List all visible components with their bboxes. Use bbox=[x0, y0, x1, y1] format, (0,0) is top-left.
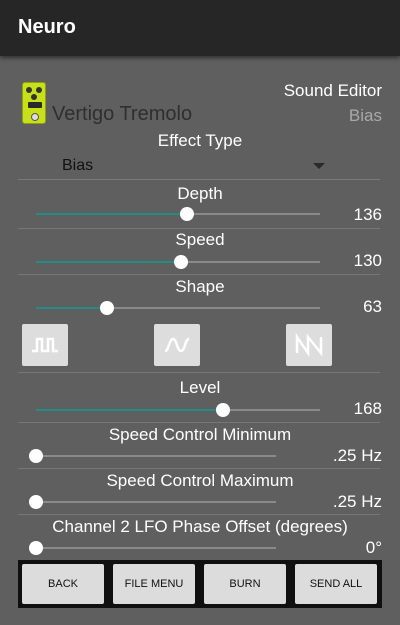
speed-min-value: .25 Hz bbox=[332, 446, 382, 465]
app-title: Neuro bbox=[18, 16, 76, 38]
sawtooth-wave-button[interactable] bbox=[286, 324, 332, 366]
phase-offset-value: 0° bbox=[365, 538, 382, 557]
sine-wave-button[interactable] bbox=[154, 324, 200, 366]
speed-slider-fill bbox=[36, 261, 181, 263]
effect-type-label: Effect Type bbox=[157, 131, 243, 150]
speed-min-label: Speed Control Minimum bbox=[108, 425, 292, 444]
level-slider-thumb[interactable] bbox=[216, 403, 231, 417]
level-slider[interactable] bbox=[36, 403, 320, 417]
divider bbox=[18, 228, 380, 229]
level-slider-fill bbox=[36, 409, 224, 411]
speed-max-slider-thumb[interactable] bbox=[29, 495, 43, 509]
editor-subtitle: Bias bbox=[348, 106, 382, 125]
speed-slider[interactable] bbox=[36, 255, 320, 269]
square-wave-button[interactable] bbox=[22, 324, 68, 366]
file-menu-button[interactable]: FILE MENU bbox=[113, 564, 195, 604]
shape-value: 63 bbox=[363, 297, 382, 316]
divider bbox=[18, 422, 380, 423]
app-bar: Neuro bbox=[0, 0, 400, 56]
shape-slider-fill bbox=[36, 307, 107, 309]
depth-value: 136 bbox=[353, 205, 382, 224]
speed-min-slider-thumb[interactable] bbox=[29, 449, 43, 463]
speed-max-slider[interactable] bbox=[29, 495, 276, 509]
depth-slider-thumb[interactable] bbox=[179, 207, 194, 221]
speed-min-slider[interactable] bbox=[29, 449, 276, 463]
phase-offset-slider[interactable] bbox=[29, 541, 276, 555]
speed-label: Speed bbox=[175, 230, 225, 249]
speed-max-label: Speed Control Maximum bbox=[106, 471, 294, 490]
sawtooth-wave-icon bbox=[295, 333, 323, 357]
dropdown-arrow-icon bbox=[313, 163, 325, 169]
pedal-name: Vertigo Tremolo bbox=[52, 103, 193, 125]
phase-offset-slider-thumb[interactable] bbox=[29, 541, 43, 555]
effect-type-value: Bias bbox=[62, 157, 94, 174]
shape-label: Shape bbox=[175, 277, 225, 296]
square-wave-icon bbox=[32, 337, 58, 353]
effect-type-dropdown[interactable]: Bias bbox=[18, 152, 380, 180]
level-label: Level bbox=[179, 378, 221, 397]
depth-slider[interactable] bbox=[36, 207, 320, 221]
speed-max-value: .25 Hz bbox=[332, 492, 382, 511]
pedal-icon bbox=[22, 82, 46, 124]
back-button[interactable]: BACK bbox=[22, 564, 104, 604]
shape-slider-thumb[interactable] bbox=[100, 301, 114, 315]
send-all-button[interactable]: SEND ALL bbox=[295, 564, 377, 604]
speed-value: 130 bbox=[353, 251, 382, 270]
divider bbox=[18, 514, 380, 515]
depth-label: Depth bbox=[177, 184, 223, 203]
sine-wave-icon bbox=[164, 337, 190, 353]
depth-slider-fill bbox=[36, 213, 187, 215]
shape-slider[interactable] bbox=[36, 301, 320, 315]
speed-slider-thumb[interactable] bbox=[173, 255, 188, 269]
divider bbox=[18, 468, 380, 469]
level-value: 168 bbox=[353, 399, 382, 418]
divider bbox=[18, 372, 380, 373]
phase-offset-label: Channel 2 LFO Phase Offset (degrees) bbox=[52, 517, 348, 536]
divider bbox=[18, 274, 380, 275]
burn-button[interactable]: BURN bbox=[204, 564, 286, 604]
editor-title: Sound Editor bbox=[283, 81, 382, 100]
